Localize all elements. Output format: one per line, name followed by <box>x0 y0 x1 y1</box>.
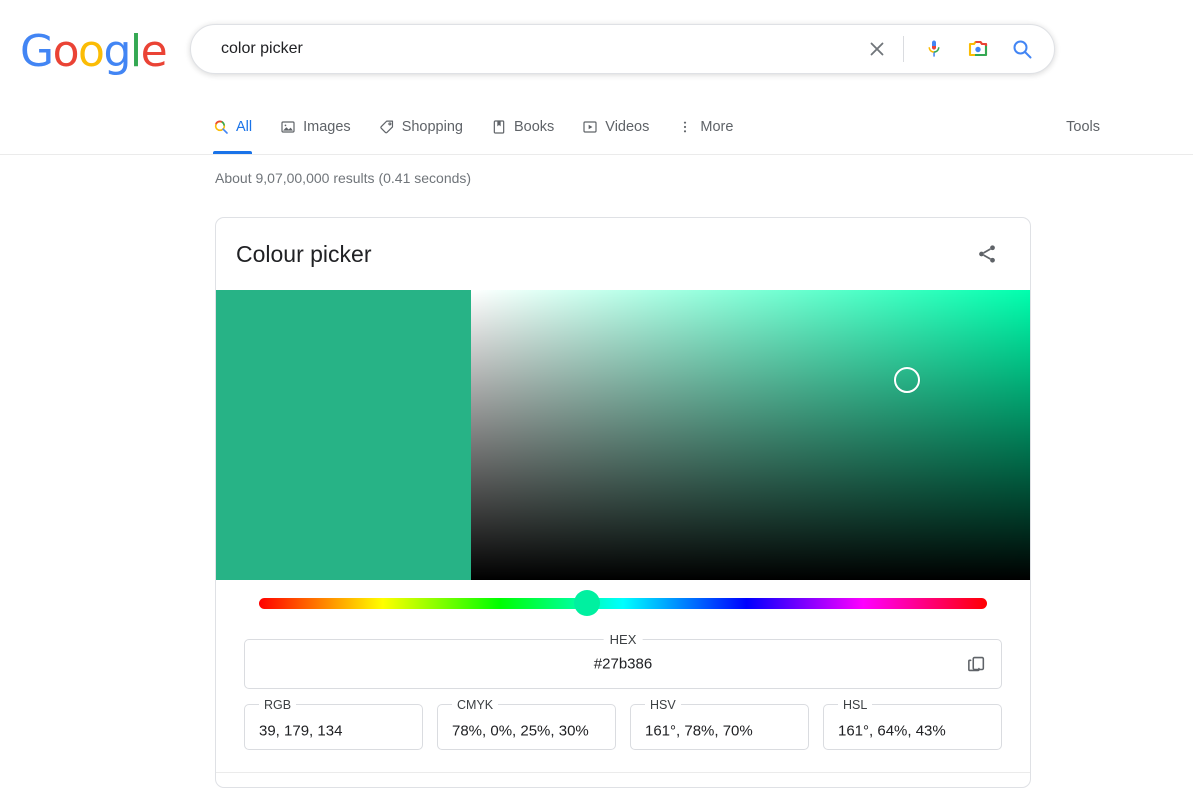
cmyk-label: CMYK <box>452 697 499 713</box>
tools-label: Tools <box>1066 119 1100 135</box>
page-title: Colour picker <box>236 240 372 267</box>
tab-more[interactable]: More <box>677 100 733 154</box>
hex-field-wrapper: HEX #27b386 <box>244 632 1002 689</box>
hsl-field[interactable]: HSL 161°, 64%, 43% <box>823 697 1002 750</box>
tag-icon <box>379 119 395 135</box>
tab-books[interactable]: Books <box>491 100 554 154</box>
book-icon <box>491 119 507 135</box>
tools-button[interactable]: Tools <box>1066 100 1100 154</box>
value-layer <box>471 290 1030 580</box>
saturation-value-field[interactable] <box>471 290 1030 580</box>
search-nav-bar: All Images Shopping Books Videos More To… <box>0 100 1193 155</box>
hsv-label: HSV <box>645 697 681 713</box>
hue-slider-track[interactable] <box>259 590 987 616</box>
cmyk-field[interactable]: CMYK 78%, 0%, 25%, 30% <box>437 697 616 750</box>
logo-letter-o2: o <box>78 26 105 77</box>
tab-videos[interactable]: Videos <box>582 100 649 154</box>
colour-values-row: RGB 39, 179, 134 CMYK 78%, 0%, 25%, 30% … <box>244 697 1002 772</box>
hsl-label: HSL <box>838 697 873 713</box>
hsv-field[interactable]: HSV 161°, 78%, 70% <box>630 697 809 750</box>
copy-icon <box>968 656 985 672</box>
search-submit-button[interactable] <box>1000 27 1044 71</box>
hex-value[interactable]: #27b386 <box>245 656 1001 673</box>
tab-label: Books <box>513 119 555 135</box>
logo-letter-e: e <box>140 26 168 77</box>
search-bar[interactable] <box>190 24 1055 74</box>
rgb-value[interactable]: 39, 179, 134 <box>259 723 342 740</box>
card-header: Colour picker <box>216 218 1030 290</box>
rgb-label: RGB <box>259 697 297 713</box>
tab-shopping[interactable]: Shopping <box>379 100 463 154</box>
share-icon <box>979 245 995 263</box>
result-stats: About 9,07,00,000 results (0.41 seconds) <box>215 170 472 186</box>
hex-field[interactable]: HEX #27b386 <box>244 632 1002 689</box>
cmyk-value[interactable]: 78%, 0%, 25%, 30% <box>452 723 589 740</box>
logo-letter-g2: g <box>103 26 131 77</box>
close-icon <box>870 42 884 56</box>
share-button[interactable] <box>970 237 1004 271</box>
search-divider <box>903 36 904 62</box>
logo-letter-o1: o <box>52 26 80 77</box>
colour-picker-card: Colour picker HEX #27b386 RGB 39, 179, 1… <box>215 217 1031 788</box>
search-icon <box>213 119 229 135</box>
clear-search-button[interactable] <box>855 27 899 71</box>
hsl-value[interactable]: 161°, 64%, 43% <box>838 723 946 740</box>
hsv-value[interactable]: 161°, 78%, 70% <box>645 723 753 740</box>
colour-gradient-area <box>216 290 1030 580</box>
voice-search-button[interactable] <box>912 27 956 71</box>
more-vertical-icon <box>677 119 693 135</box>
hue-slider-row <box>259 580 987 626</box>
copy-hex-button[interactable] <box>961 649 991 679</box>
hex-label: HEX <box>603 632 643 648</box>
logo-letter-g1: G <box>20 26 54 77</box>
tab-label: Shopping <box>401 119 463 135</box>
rgb-field[interactable]: RGB 39, 179, 134 <box>244 697 423 750</box>
tab-label: Images <box>303 119 351 135</box>
selected-colour-swatch <box>216 290 471 580</box>
google-logo[interactable]: Google <box>20 26 168 77</box>
search-icon <box>1013 40 1032 59</box>
tab-label: Videos <box>605 119 650 135</box>
hue-slider-thumb[interactable] <box>573 590 600 616</box>
tab-images[interactable]: Images <box>280 100 351 154</box>
card-footer-stub <box>216 773 1030 787</box>
page-header: Google <box>0 0 1193 100</box>
video-icon <box>582 119 598 135</box>
colour-marker-handle[interactable] <box>894 366 921 393</box>
image-icon <box>280 119 296 135</box>
tab-label: All <box>236 119 253 135</box>
microphone-icon <box>928 40 940 57</box>
tab-label: More <box>700 119 734 135</box>
search-input[interactable] <box>191 25 855 73</box>
lens-search-button[interactable] <box>956 27 1000 71</box>
nav-tabs: All Images Shopping Books Videos More <box>213 100 761 154</box>
tab-all[interactable]: All <box>213 100 253 154</box>
logo-letter-l: l <box>129 26 142 77</box>
camera-icon <box>968 40 988 57</box>
